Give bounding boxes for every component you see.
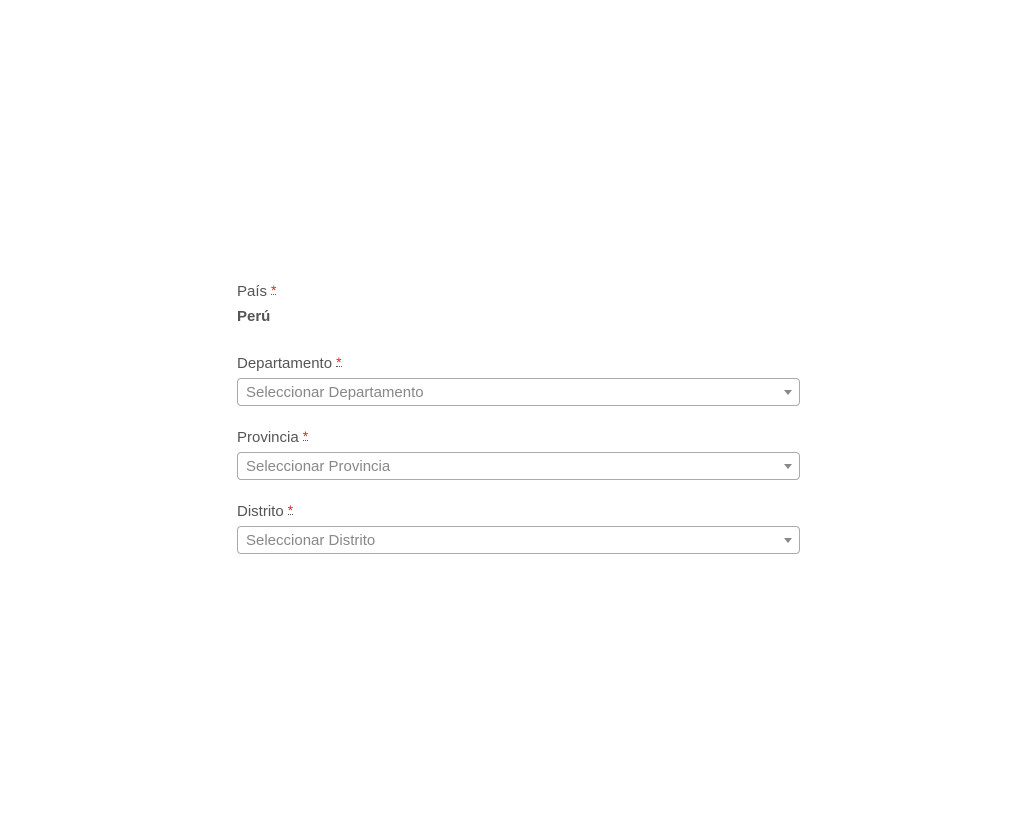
dropdown-arrow-icon (784, 390, 792, 395)
province-select-placeholder: Seleccionar Provincia (246, 458, 391, 475)
country-label-text: País (237, 283, 268, 300)
country-label: País * (237, 283, 800, 301)
district-group: Distrito * Seleccionar Distrito (237, 503, 800, 577)
country-value: Perú (237, 308, 271, 325)
department-label-text: Departamento (237, 355, 333, 372)
department-label: Departamento * (237, 355, 800, 373)
district-label-text: Distrito (237, 503, 284, 520)
district-label: Distrito * (237, 503, 800, 521)
location-form: País * Perú Departamento * Seleccionar D… (237, 283, 800, 577)
department-group: Departamento * Seleccionar Departamento (237, 355, 800, 429)
dropdown-arrow-icon (784, 538, 792, 543)
required-asterisk: * (302, 428, 309, 444)
province-group: Provincia * Seleccionar Provincia (237, 429, 800, 503)
province-select[interactable]: Seleccionar Provincia (237, 452, 800, 480)
district-select-placeholder: Seleccionar Distrito (246, 532, 376, 549)
department-select[interactable]: Seleccionar Departamento (237, 378, 800, 406)
province-label-text: Provincia (237, 429, 299, 446)
province-label: Provincia * (237, 429, 800, 447)
district-select[interactable]: Seleccionar Distrito (237, 526, 800, 554)
country-group: País * Perú (237, 283, 800, 355)
department-select-placeholder: Seleccionar Departamento (246, 384, 424, 401)
required-asterisk: * (287, 502, 294, 518)
required-asterisk: * (336, 354, 342, 370)
dropdown-arrow-icon (784, 464, 792, 469)
required-asterisk: * (271, 282, 277, 298)
